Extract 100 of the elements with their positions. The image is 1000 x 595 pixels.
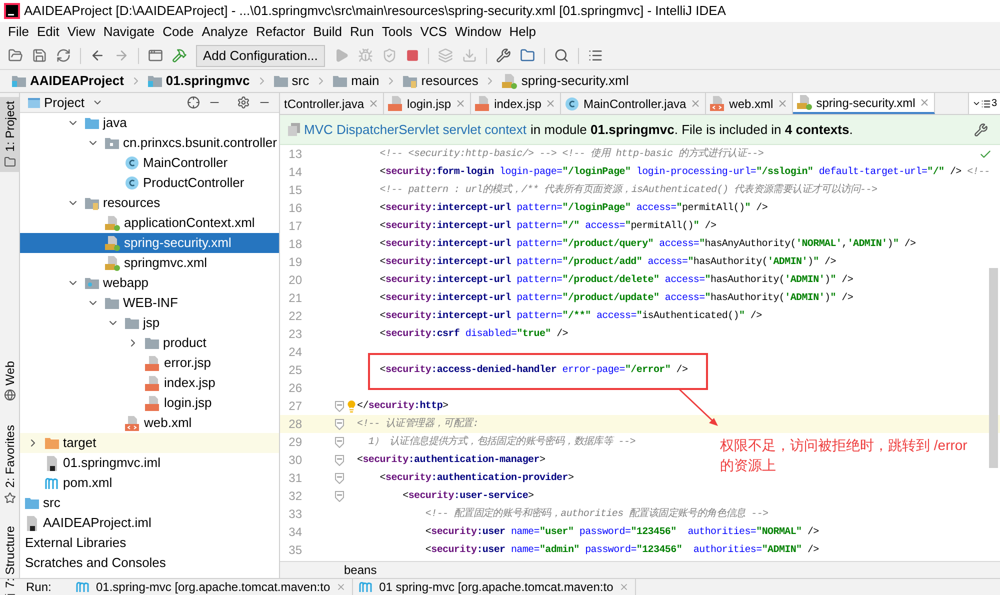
- forward-arrow-icon[interactable]: [114, 48, 129, 63]
- close-icon[interactable]: [777, 98, 788, 109]
- menu-item[interactable]: View: [63, 22, 100, 42]
- breadcrumb-item[interactable]: src: [274, 71, 310, 91]
- tree-item[interactable]: src: [20, 493, 279, 513]
- close-icon[interactable]: [455, 98, 466, 109]
- breadcrumb-item[interactable]: AAIDEAProject: [12, 71, 124, 91]
- jsp-file-icon: [475, 96, 490, 111]
- tree-item[interactable]: 01.springmvc.iml: [20, 453, 279, 473]
- tree-item[interactable]: jsp: [20, 313, 279, 333]
- tree-item[interactable]: index.jsp: [20, 373, 279, 393]
- close-icon[interactable]: [919, 97, 930, 108]
- tree-item[interactable]: MainController: [20, 153, 279, 173]
- tree-item[interactable]: AAIDEAProject.iml: [20, 513, 279, 533]
- line-number: 16: [288, 200, 302, 217]
- list-icon: [981, 98, 992, 108]
- fold-marker-icon[interactable]: [335, 490, 344, 502]
- run-tab[interactable]: 01.spring-mvc [org.apache.tomcat.maven:to: [70, 578, 354, 595]
- run-configuration-button[interactable]: Add Configuration...: [196, 44, 325, 66]
- editor-tab[interactable]: web.xml: [706, 93, 794, 114]
- tool-window-tab[interactable]: 7: Structure: [0, 522, 19, 595]
- tree-item[interactable]: pom.xml: [20, 473, 279, 493]
- menu-item[interactable]: Code: [158, 22, 198, 42]
- menu-item[interactable]: Tools: [378, 22, 416, 42]
- fold-marker-icon[interactable]: [335, 436, 344, 448]
- locate-icon[interactable]: [187, 96, 200, 109]
- fold-marker-icon[interactable]: [335, 472, 344, 484]
- editor-tab[interactable]: tController.java: [280, 93, 384, 114]
- tree-item[interactable]: java: [20, 113, 279, 133]
- settings-icon[interactable]: [237, 96, 250, 109]
- settings-icon[interactable]: [496, 48, 511, 63]
- breadcrumb-item[interactable]: resources: [403, 71, 478, 91]
- save-icon[interactable]: [32, 48, 47, 63]
- menu-item[interactable]: Help: [505, 22, 540, 42]
- close-icon[interactable]: [368, 98, 380, 109]
- view-selector[interactable]: Project: [28, 93, 104, 112]
- run-tab[interactable]: 01 spring-mvc [org.apache.tomcat.maven:to: [353, 578, 636, 595]
- project-structure-icon[interactable]: [520, 48, 535, 63]
- context-link[interactable]: MVC DispatcherServlet servlet context: [304, 120, 527, 140]
- breadcrumb-item[interactable]: spring-security.xml: [502, 71, 629, 91]
- tree-item[interactable]: springmvc.xml: [20, 253, 279, 273]
- tree-item[interactable]: Scratches and Consoles: [20, 553, 279, 573]
- scrollbar-thumb[interactable]: [989, 268, 998, 468]
- tree-item[interactable]: spring-security.xml: [20, 233, 279, 253]
- editor-tab[interactable]: MainController.java: [561, 93, 706, 114]
- tool-window-tab[interactable]: Web: [0, 356, 19, 406]
- fold-marker-icon[interactable]: [335, 454, 344, 466]
- fold-marker-icon[interactable]: [335, 418, 344, 430]
- xml-file-icon: [797, 95, 812, 110]
- close-icon[interactable]: [619, 582, 630, 592]
- tool-window-tab[interactable]: 1: Project: [0, 97, 19, 172]
- menu-item[interactable]: Edit: [32, 22, 64, 42]
- menu-item[interactable]: File: [4, 22, 33, 42]
- list-icon[interactable]: [588, 48, 603, 63]
- sync-icon[interactable]: [56, 48, 71, 63]
- tree-item[interactable]: login.jsp: [20, 393, 279, 413]
- line-number: 25: [288, 362, 302, 379]
- tree-item[interactable]: applicationContext.xml: [20, 213, 279, 233]
- menu-item[interactable]: Build: [309, 22, 346, 42]
- wrench-icon[interactable]: [974, 122, 988, 136]
- editor-breadcrumb[interactable]: beans: [344, 561, 377, 579]
- editor-tab[interactable]: spring-security.xml: [793, 93, 936, 114]
- context-text: in module 01.springmvc. File is included in 4 contexts.: [530, 120, 853, 139]
- open-folder-icon[interactable]: [8, 48, 23, 63]
- line-number: 23: [288, 326, 302, 343]
- editor-tab[interactable]: login.jsp: [384, 93, 472, 114]
- close-icon[interactable]: [690, 98, 702, 109]
- menu-item[interactable]: Window: [450, 22, 506, 42]
- menu-item[interactable]: Navigate: [99, 22, 159, 42]
- line-number: 22: [288, 308, 302, 325]
- menu-item[interactable]: VCS: [416, 22, 451, 42]
- tool-window-tab[interactable]: 2: Favorites: [0, 421, 19, 508]
- tree-item[interactable]: error.jsp: [20, 353, 279, 373]
- code-line: 1） 认证信息提供方式，包括固定的账号密码，数据库等 -->: [367, 434, 636, 450]
- tree-item[interactable]: target: [20, 433, 279, 453]
- tree-item[interactable]: External Libraries: [20, 533, 279, 553]
- annotation-arrow: [678, 388, 720, 428]
- search-icon[interactable]: [554, 48, 569, 63]
- breadcrumb-item[interactable]: 01.springmvc: [148, 71, 250, 91]
- tree-item[interactable]: resources: [20, 193, 279, 213]
- tree-item[interactable]: product: [20, 333, 279, 353]
- menu-item[interactable]: Run: [346, 22, 378, 42]
- breadcrumb-item[interactable]: main: [333, 71, 380, 91]
- lightbulb-icon[interactable]: [345, 400, 358, 412]
- tree-item[interactable]: WEB-INF: [20, 293, 279, 313]
- tree-item[interactable]: ProductController: [20, 173, 279, 193]
- tree-item[interactable]: webapp: [20, 273, 279, 293]
- hammer-icon[interactable]: [172, 48, 187, 63]
- menu-item[interactable]: Analyze: [198, 22, 252, 42]
- line-number: 30: [288, 452, 302, 469]
- tree-item[interactable]: cn.prinxcs.bsunit.controller: [20, 133, 279, 153]
- tab-overflow-button[interactable]: 3: [968, 93, 1000, 114]
- menu-item[interactable]: Refactor: [252, 22, 310, 42]
- close-icon[interactable]: [336, 582, 346, 592]
- tree-item[interactable]: web.xml: [20, 413, 279, 433]
- close-icon[interactable]: [545, 98, 556, 109]
- stop-icon[interactable]: [406, 49, 419, 62]
- fold-marker-icon[interactable]: [335, 400, 344, 412]
- window-icon[interactable]: [148, 48, 163, 63]
- editor-tab[interactable]: index.jsp: [471, 93, 562, 114]
